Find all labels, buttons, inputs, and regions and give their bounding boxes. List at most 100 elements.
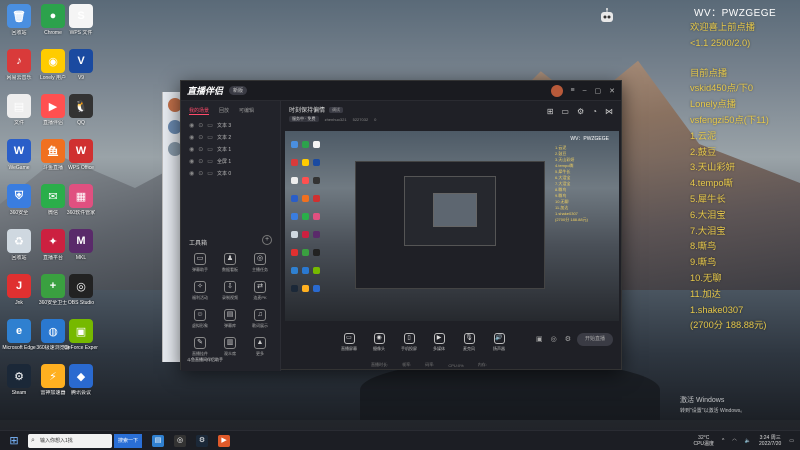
clock-time: 3:24 周三: [759, 434, 781, 441]
desktop-icon[interactable]: J Jnk: [2, 274, 36, 306]
desktop-icon[interactable]: ♻ 回收站: [2, 229, 36, 261]
chat-icon[interactable]: ▭: [561, 107, 569, 116]
network-icon[interactable]: ◠: [732, 438, 736, 444]
stream-title[interactable]: 时刻保持偏情: [289, 105, 325, 114]
desktop-icon[interactable]: ▣ GeForce Experience: [64, 319, 98, 351]
version-badge[interactable]: 新版: [229, 86, 248, 95]
weather-widget[interactable]: 32°C CPU温度: [693, 435, 714, 447]
desktop-icon[interactable]: 🐧 QQ: [64, 94, 98, 126]
tool-item[interactable]: ⇩ 录制视频: [215, 281, 245, 301]
desktop-icon[interactable]: S WPS 文件: [64, 4, 98, 36]
eye-icon[interactable]: ◎: [551, 335, 557, 343]
taskbar-live-companion-icon[interactable]: ▶: [218, 434, 231, 447]
notification-icon[interactable]: ▭: [789, 438, 794, 444]
service-chip[interactable]: 服务中 · 免费: [289, 116, 319, 122]
scene-item[interactable]: ◉ ⊙ ▭ 文本 1: [181, 143, 280, 155]
tool-label: 福利活动: [192, 295, 208, 300]
tab-my-scenes[interactable]: 我的场景: [189, 107, 210, 115]
scene-panel: 我的场景 回放 可编辑 ◉ ⊙ ▭ 文本 3 ◉ ⊙ ▭ 文本 2 ◉ ⊙ ▭ 文本 1 ◉ ⊙ ▭ 全屏 1…: [181, 101, 281, 371]
user-avatar[interactable]: [550, 84, 563, 97]
desktop-icon[interactable]: ◆ 腾讯会议: [64, 364, 98, 396]
volume-icon[interactable]: 🔈: [745, 438, 751, 444]
desktop-icon[interactable]: W WeGame: [2, 139, 36, 171]
settings-icon[interactable]: ⚙: [577, 107, 584, 116]
scene-item[interactable]: ◉ ⊙ ▭ 文本 0: [181, 167, 280, 179]
share-icon[interactable]: ⋈: [605, 107, 613, 116]
desktop-icon[interactable]: ♪ 网易云音乐: [2, 49, 36, 81]
minimize-icon[interactable]: –: [583, 87, 587, 94]
desktop-icon[interactable]: ▦ 360软件管家: [64, 184, 98, 216]
tool-item[interactable]: ▤ 弹幕库: [215, 309, 245, 329]
eye-icon[interactable]: ◉: [189, 158, 194, 165]
search-button[interactable]: 搜索一下: [114, 433, 143, 448]
taskbar-search-input[interactable]: 输入你想入1找: [28, 433, 112, 448]
desktop-icon[interactable]: ◎ OBS Studio: [64, 274, 98, 306]
desktop-icon[interactable]: e Microsoft Edge: [2, 319, 36, 351]
start-live-button[interactable]: 开始直播: [577, 333, 613, 346]
eye-icon[interactable]: ◉: [189, 122, 194, 129]
eye-icon[interactable]: ◉: [189, 170, 194, 177]
preview-icon: [302, 267, 309, 274]
tool-icon: ▲: [254, 337, 266, 349]
gift-icon[interactable]: ⊞: [547, 107, 554, 116]
close-icon[interactable]: ✕: [609, 87, 615, 95]
overlay-line: 欢迎喜上前点播: [690, 22, 756, 32]
toolbox-grid: ▭ 弹幕助手 ♟ 数据看板 ◎ 主播任务 ✧ 福利活动 ⇩ 录制视频 ⇄ 连麦PK ☺ 虚拟形象 ▤ 弹幕库 ♫…: [185, 253, 277, 357]
desktop-icon[interactable]: W WPS Office: [64, 139, 98, 171]
scene-item[interactable]: ◉ ⊙ ▭ 全屏 1: [181, 155, 280, 167]
tool-item[interactable]: ♟ 数据看板: [215, 253, 245, 273]
eye-icon[interactable]: ◉: [189, 134, 194, 141]
tool-item[interactable]: ♫ 歌词展示: [245, 309, 275, 329]
desktop-icon[interactable]: 🗑 回收站: [2, 4, 36, 36]
app-titlebar[interactable]: 直播伴侣 新版 ≡ – ▢ ✕: [181, 81, 621, 101]
preview-icon: [302, 177, 309, 184]
lock-icon[interactable]: ⊙: [198, 158, 203, 165]
scene-item[interactable]: ◉ ⊙ ▭ 文本 3: [181, 119, 280, 131]
maximize-icon[interactable]: ▢: [595, 87, 602, 95]
preview-icon: [302, 249, 309, 256]
tool-item[interactable]: ✧ 福利活动: [185, 281, 215, 301]
debug-badge[interactable]: 调试: [329, 106, 344, 113]
tool-item[interactable]: ✎ 直播挂件: [185, 337, 215, 357]
tool-item[interactable]: ☺ 虚拟形象: [185, 309, 215, 329]
app-icon: ⛨: [7, 184, 31, 208]
record-icon[interactable]: ▣: [536, 335, 543, 343]
taskbar-obs-icon[interactable]: ◎: [174, 434, 187, 447]
tool-item[interactable]: ◎ 主播任务: [245, 253, 275, 273]
desktop-icon-label: 网易云音乐: [6, 75, 32, 81]
preview-icon: [291, 267, 298, 274]
app-icon: ⚡: [41, 364, 65, 388]
add-tool-icon[interactable]: +: [262, 235, 272, 245]
stream-preview[interactable]: WV：PWZGEGE 1.云泥 2.鼓豆 3.天山彩妍 4.tempo嘶 5.犀牛长 6.…: [285, 131, 619, 321]
desktop-icon[interactable]: ▤ 文件: [2, 94, 36, 126]
tab-replay[interactable]: 回放: [219, 107, 229, 115]
bell-icon[interactable]: ◔: [592, 107, 597, 116]
desktop-icon-label: 回收站: [11, 30, 27, 36]
taskbar-steam-icon[interactable]: ⚙: [196, 434, 209, 447]
lock-icon[interactable]: ⊙: [198, 170, 203, 177]
tool-item[interactable]: ⇄ 连麦PK: [245, 281, 275, 301]
tab-editable[interactable]: 可编辑: [239, 107, 254, 115]
tool-item[interactable]: ▭ 弹幕助手: [185, 253, 215, 273]
gear-icon[interactable]: ⚙: [565, 335, 571, 343]
tool-item[interactable]: ▲ 更多: [245, 337, 275, 357]
overlay-line: 6.大泪宝: [690, 209, 726, 220]
menu-icon[interactable]: ≡: [571, 87, 575, 94]
overlay-line: 4.tempo嘶: [690, 178, 733, 189]
desktop-icon[interactable]: M MKL: [64, 229, 98, 261]
tool-item[interactable]: ▥ 观众席: [215, 337, 245, 357]
lock-icon[interactable]: ⊙: [198, 122, 203, 129]
taskbar-explorer-icon[interactable]: ▤: [152, 434, 165, 447]
clock[interactable]: 3:24 周三 2022/7/20: [759, 435, 781, 447]
desktop-icon[interactable]: ⛨ 360安全: [2, 184, 36, 216]
preview-icon: [313, 213, 320, 220]
start-button[interactable]: ⊞: [0, 434, 28, 447]
desktop-icon[interactable]: ⚙ Steam: [2, 364, 36, 396]
toolbox-banner[interactable]: 斗鱼直播间伴侣助手: [187, 357, 223, 363]
scene-item[interactable]: ◉ ⊙ ▭ 文本 2: [181, 131, 280, 143]
eye-icon[interactable]: ◉: [189, 146, 194, 153]
desktop-icon[interactable]: V V9: [64, 49, 98, 81]
lock-icon[interactable]: ⊙: [198, 134, 203, 141]
chevron-up-icon[interactable]: ^: [722, 438, 724, 444]
lock-icon[interactable]: ⊙: [198, 146, 203, 153]
